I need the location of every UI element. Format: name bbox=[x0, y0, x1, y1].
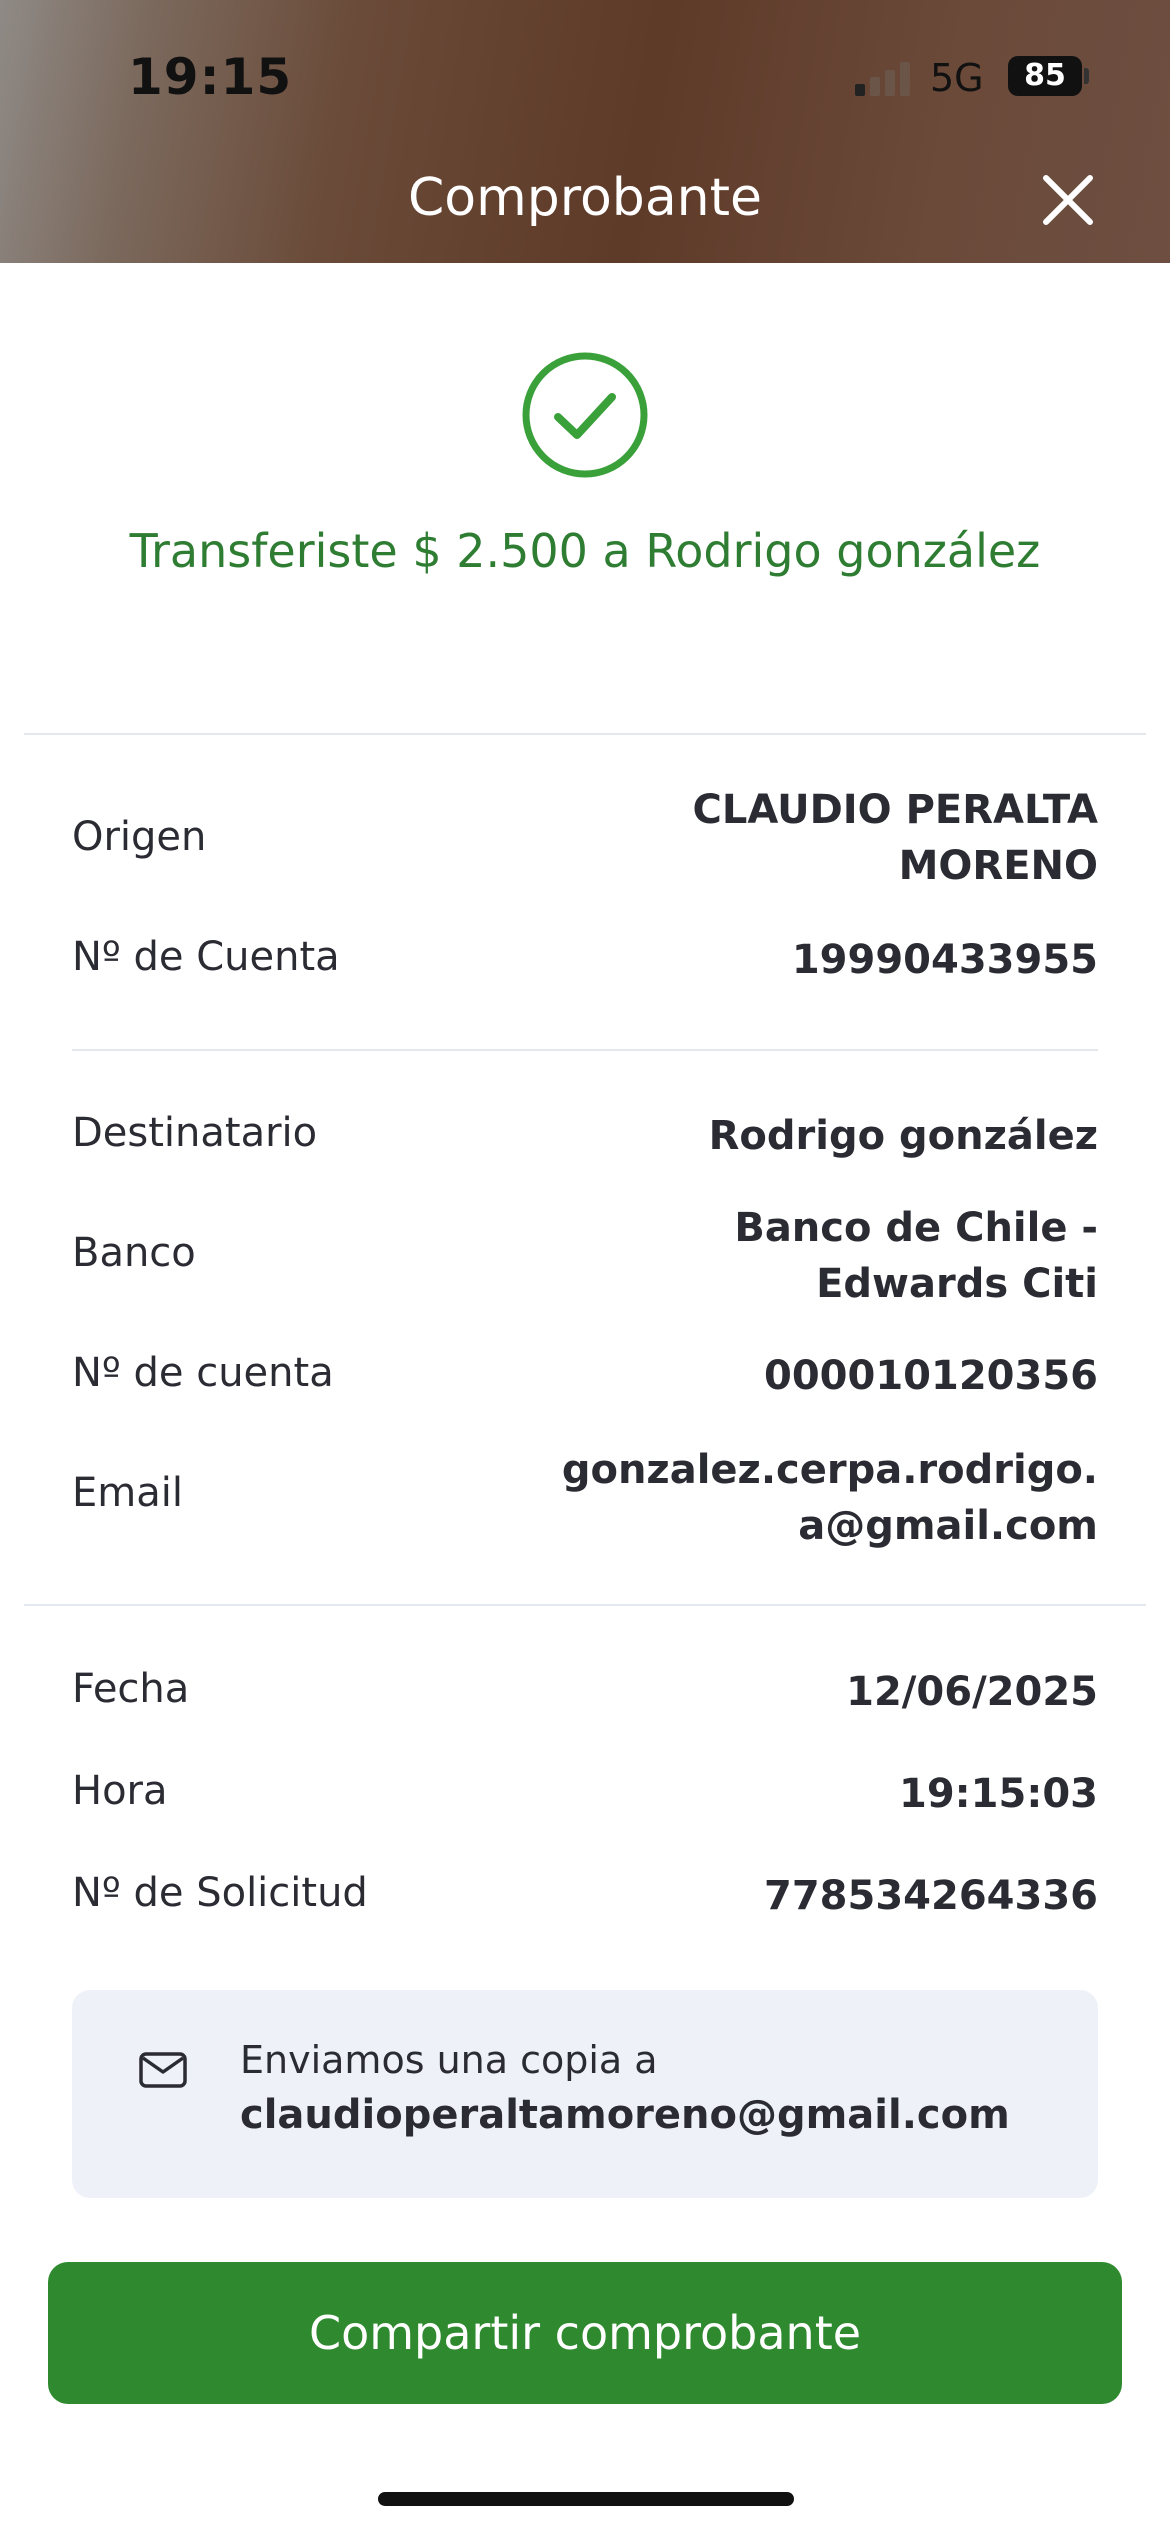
transfer-confirmation: Transferiste $ 2.500 a Rodrigo gonzález bbox=[129, 524, 1041, 578]
divider bbox=[72, 1049, 1098, 1051]
solicitud-value: 778534264336 bbox=[764, 1873, 1098, 1919]
origen-label: Origen bbox=[72, 814, 207, 860]
origen-value: CLAUDIO PERALTA MORENO bbox=[538, 782, 1098, 894]
fecha-label: Fecha bbox=[72, 1666, 190, 1712]
cuenta-destino-value: 000010120356 bbox=[764, 1353, 1098, 1399]
email-value-line2: a@gmail.com bbox=[798, 1503, 1098, 1549]
banco-value: Banco de Chile - Edwards Citi bbox=[538, 1200, 1098, 1312]
cuenta-origen-label: Nº de Cuenta bbox=[72, 934, 340, 980]
hora-value: 19:15:03 bbox=[899, 1771, 1098, 1817]
home-indicator[interactable] bbox=[378, 2492, 794, 2506]
cuenta-origen-value: 19990433955 bbox=[791, 937, 1098, 983]
share-receipt-button[interactable]: Compartir comprobante bbox=[48, 2262, 1122, 2404]
email-value: gonzalez.cerpa.rodrigo. a@gmail.com bbox=[538, 1442, 1098, 1554]
status-time: 19:15 bbox=[128, 48, 293, 106]
destinatario-value: Rodrigo gonzález bbox=[708, 1113, 1098, 1159]
network-type: 5G bbox=[930, 56, 984, 100]
banco-label: Banco bbox=[72, 1230, 196, 1276]
destinatario-label: Destinatario bbox=[72, 1110, 318, 1156]
origen-value-line2: MORENO bbox=[898, 843, 1098, 889]
success-check-icon bbox=[522, 352, 648, 478]
page-title: Comprobante bbox=[407, 168, 763, 228]
divider bbox=[24, 733, 1146, 735]
banco-value-line1: Banco de Chile - bbox=[734, 1205, 1098, 1251]
mail-icon bbox=[139, 2052, 187, 2088]
hora-label: Hora bbox=[72, 1768, 168, 1814]
fecha-value: 12/06/2025 bbox=[846, 1669, 1098, 1715]
email-value-line1: gonzalez.cerpa.rodrigo. bbox=[561, 1447, 1098, 1493]
email-label: Email bbox=[72, 1470, 183, 1516]
close-icon[interactable] bbox=[1038, 170, 1098, 230]
battery-icon: 85 bbox=[1008, 56, 1082, 96]
origen-value-line1: CLAUDIO PERALTA bbox=[692, 787, 1098, 833]
battery-tip bbox=[1084, 68, 1089, 84]
signal-icon bbox=[855, 62, 915, 96]
banco-value-line2: Edwards Citi bbox=[816, 1261, 1098, 1307]
header-bar: 19:15 5G 85 Comprobante bbox=[0, 0, 1170, 263]
cuenta-destino-label: Nº de cuenta bbox=[72, 1350, 334, 1396]
divider bbox=[24, 1604, 1146, 1606]
notice-text: Enviamos una copia a bbox=[240, 2038, 658, 2082]
solicitud-label: Nº de Solicitud bbox=[72, 1870, 368, 1916]
notice-email: claudioperaltamoreno@gmail.com bbox=[240, 2092, 1010, 2138]
email-copy-notice: Enviamos una copia a claudioperaltamoren… bbox=[72, 1990, 1098, 2198]
